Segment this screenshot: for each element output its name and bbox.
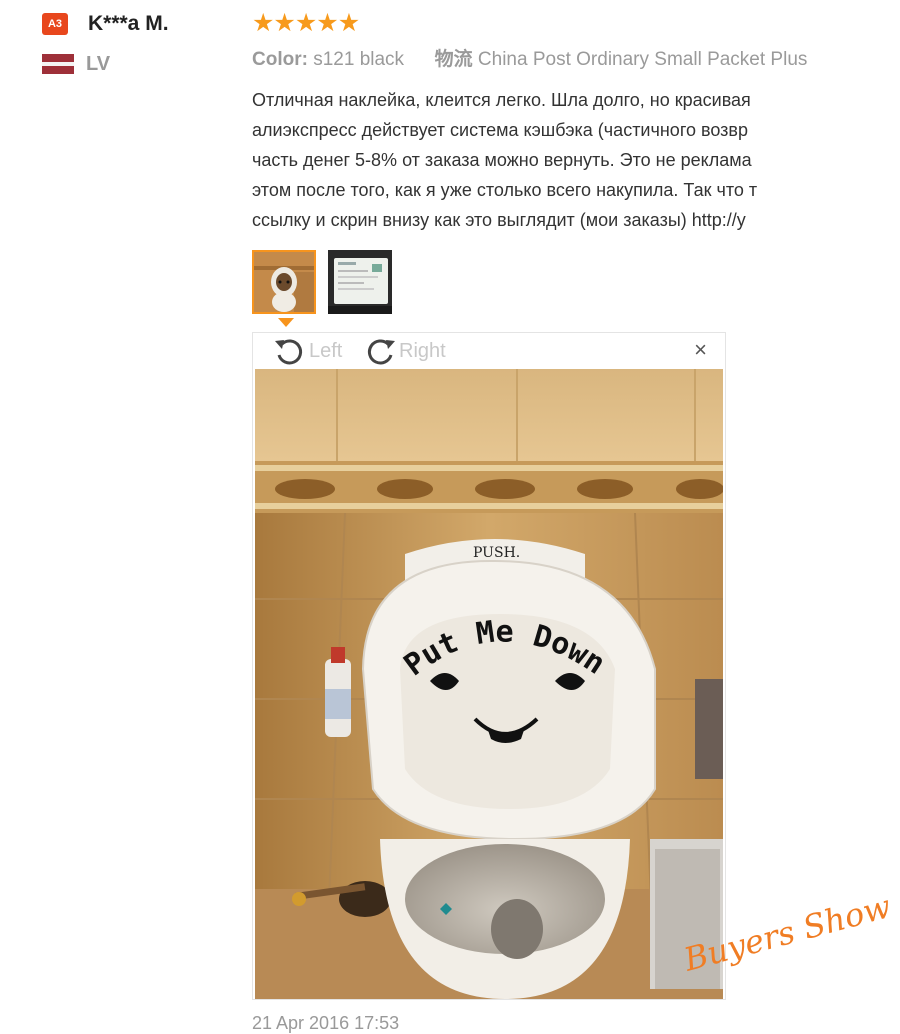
- review-line: ссылку и скрин внизу как это выглядит (м…: [252, 210, 746, 230]
- shipping-label: 物流: [434, 49, 473, 70]
- photo-thumbnail-2[interactable]: [328, 250, 392, 314]
- review-line: Отличная наклейка, клеится легко. Шла до…: [252, 90, 751, 110]
- buyer-level-badge: A3: [42, 13, 68, 35]
- star-icon: ★: [316, 9, 339, 37]
- close-icon[interactable]: ×: [694, 339, 707, 361]
- reviewer-country: LV: [86, 52, 111, 75]
- color-label: Color:: [252, 49, 308, 70]
- photo-viewer: Left Right × PUSH. Put Me Down: [252, 332, 726, 1000]
- review-line: этом после того, как я уже столько всего…: [252, 180, 758, 200]
- review-line: часть денег 5-8% от заказа можно вернуть…: [252, 150, 752, 170]
- star-rating: ★ ★ ★ ★ ★: [252, 10, 900, 36]
- photo-thumbnail-1[interactable]: [252, 250, 316, 314]
- rotate-right-label: Right: [399, 339, 446, 362]
- rotate-left-button[interactable]: Left: [273, 335, 342, 367]
- star-icon: ★: [273, 9, 296, 37]
- reviewer-info: A3 K***a M. LV: [42, 10, 169, 78]
- review-content: ★ ★ ★ ★ ★ Color: s121 black 物流 China Pos…: [252, 10, 900, 235]
- star-icon: ★: [252, 9, 275, 37]
- review-line: алиэкспресс действует система кэшбэка (ч…: [252, 120, 748, 140]
- reviewer-name: K***a M.: [88, 12, 169, 35]
- viewer-toolbar: Left Right ×: [253, 333, 725, 369]
- order-info: Color: s121 black 物流 China Post Ordinary…: [252, 44, 900, 71]
- shipping-value: China Post Ordinary Small Packet Plus: [477, 49, 808, 70]
- review-photo-thumbnails: [252, 250, 404, 314]
- flush-label: PUSH.: [473, 545, 520, 561]
- latvia-flag-icon: [42, 54, 74, 74]
- rotate-left-icon: [275, 339, 303, 365]
- review-text: Отличная наклейка, клеится легко. Шла до…: [252, 85, 900, 235]
- color-value: s121 black: [313, 49, 405, 70]
- star-icon: ★: [337, 9, 361, 37]
- rotate-left-label: Left: [309, 339, 343, 362]
- star-icon: ★: [294, 9, 318, 37]
- active-thumbnail-pointer: [278, 318, 294, 327]
- rotate-right-button[interactable]: Right: [363, 335, 446, 367]
- review-photo: PUSH. Put Me Down: [255, 369, 723, 999]
- rotate-right-icon: [367, 339, 395, 365]
